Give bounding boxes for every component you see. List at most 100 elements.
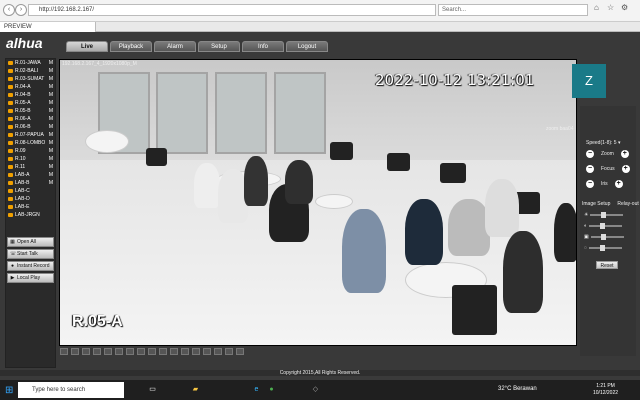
speed-control[interactable]: Speed(1-8): 5 ▾ — [586, 140, 620, 146]
tab-image-setup[interactable]: Image Setup — [582, 201, 610, 207]
channel-item[interactable]: R.01-JAWA M — [6, 59, 55, 67]
channel-marker: M — [48, 164, 53, 170]
channel-item[interactable]: R.06-A M — [6, 115, 55, 123]
channel-item[interactable]: R.03-SUMAT M — [6, 75, 55, 83]
home-icon[interactable]: ⌂ — [594, 3, 599, 12]
favorite-icon[interactable]: ☆ — [607, 3, 614, 12]
window-icon[interactable] — [181, 348, 189, 355]
channel-marker: M — [48, 84, 53, 90]
tab-info[interactable]: Info — [242, 41, 284, 52]
stream-info: 192.168.2.167_4_1920x1080p_M — [62, 61, 137, 67]
hue-slider[interactable]: ◌ — [584, 245, 632, 251]
camera-icon — [8, 205, 13, 209]
live-video-feed[interactable]: 192.168.2.167_4_1920x1080p_M 2022-10-12 … — [59, 59, 577, 346]
slider-knob[interactable] — [599, 223, 605, 229]
local-play-button[interactable]: ▶ Local Play — [7, 273, 54, 283]
channel-item[interactable]: R.04-A M — [6, 83, 55, 91]
task-view-icon[interactable]: ▭ — [145, 382, 160, 397]
forward-button[interactable]: › — [15, 4, 27, 16]
channel-label: R.01-JAWA — [15, 60, 41, 66]
camera-icon — [8, 181, 13, 185]
chevron-down-icon[interactable]: ▾ — [618, 140, 621, 146]
tab-live[interactable]: Live — [66, 41, 108, 52]
settings-icon[interactable]: ⚙ — [621, 3, 628, 12]
plus-icon[interactable]: + — [614, 180, 623, 188]
open-all-button[interactable]: ▦ Open All — [7, 237, 54, 247]
minus-icon[interactable]: − — [586, 180, 594, 188]
edge-icon[interactable]: e — [249, 382, 264, 397]
brightness-slider[interactable]: ☀ — [584, 212, 632, 218]
tab-alarm[interactable]: Alarm — [154, 41, 196, 52]
tab-setup[interactable]: Setup — [198, 41, 240, 52]
weather-widget[interactable]: 32°C Berawan — [498, 386, 537, 392]
browser-search-input[interactable]: Search... — [438, 4, 588, 16]
tab-relay-out[interactable]: Relay-out — [617, 201, 638, 207]
window-icon[interactable] — [214, 348, 222, 355]
saturation-slider[interactable]: ▣ — [584, 234, 632, 240]
record-icon[interactable] — [104, 348, 112, 355]
tab-playback[interactable]: Playback — [110, 41, 152, 52]
reset-button[interactable]: Reset — [596, 261, 618, 269]
taskbar-search[interactable]: Type here to search — [18, 382, 124, 398]
fullscreen-icon[interactable] — [82, 348, 90, 355]
browser-tab-preview[interactable]: PREVIEW — [0, 22, 96, 32]
channel-label: LAB-D — [15, 196, 30, 202]
settings-icon[interactable] — [137, 348, 145, 355]
audio-icon[interactable] — [115, 348, 123, 355]
file-explorer-icon[interactable]: ▰ — [188, 382, 203, 397]
back-button[interactable]: ‹ — [3, 4, 15, 16]
window-icon[interactable] — [236, 348, 244, 355]
channel-item[interactable]: LAB-JRGN — [6, 211, 55, 219]
channel-item[interactable]: R.10 M — [6, 155, 55, 163]
main-navigation: Live Playback Alarm Setup Info Logout — [66, 41, 328, 52]
minus-icon[interactable]: − — [586, 165, 594, 173]
minus-icon[interactable]: − — [586, 150, 594, 158]
slider-knob[interactable] — [601, 234, 607, 240]
camera-icon — [8, 109, 13, 113]
channel-item[interactable]: LAB-B M — [6, 179, 55, 187]
layout-icon[interactable] — [71, 348, 79, 355]
channel-item[interactable]: LAB-D — [6, 195, 55, 203]
channel-item[interactable]: LAB-A M — [6, 171, 55, 179]
windows-start-icon[interactable]: ⊞ — [5, 385, 13, 396]
channel-item[interactable]: R.02-BALI M — [6, 67, 55, 75]
student — [244, 156, 268, 206]
plus-icon[interactable]: + — [621, 165, 630, 173]
speed-value[interactable]: 5 — [614, 140, 617, 146]
student-desk — [85, 130, 129, 153]
instant-record-button[interactable]: ● Instant Record — [7, 261, 54, 271]
plus-icon[interactable]: + — [620, 150, 629, 158]
window-icon[interactable] — [225, 348, 233, 355]
address-bar[interactable]: http://192.168.2.167/ — [28, 4, 436, 16]
channel-item[interactable]: R.04-B M — [6, 91, 55, 99]
chrome-icon[interactable]: ● — [264, 382, 279, 397]
window-icon[interactable] — [192, 348, 200, 355]
channel-item[interactable]: R.07-PAPUA M — [6, 131, 55, 139]
window-icon[interactable] — [203, 348, 211, 355]
window-icon[interactable] — [170, 348, 178, 355]
channel-item[interactable]: R.11 M — [6, 163, 55, 171]
channel-item[interactable]: R.05-A M — [6, 99, 55, 107]
tab-logout[interactable]: Logout — [286, 41, 328, 52]
slider-knob[interactable] — [599, 245, 605, 251]
channel-item[interactable]: R.06-B M — [6, 123, 55, 131]
channel-item[interactable]: R.05-B M — [6, 107, 55, 115]
window-icon[interactable] — [159, 348, 167, 355]
channel-item[interactable]: LAB-E — [6, 203, 55, 211]
layout-icon[interactable] — [60, 348, 68, 355]
window-icon[interactable] — [148, 348, 156, 355]
zoom-icon[interactable] — [126, 348, 134, 355]
channel-label: R.04-A — [15, 84, 31, 90]
channel-item[interactable]: LAB-C — [6, 187, 55, 195]
security-icon[interactable]: ◇ — [308, 382, 323, 397]
start-talk-button[interactable]: ☏ Start Talk — [7, 249, 54, 259]
slider-knob[interactable] — [601, 212, 607, 218]
channel-item[interactable]: R.09 M — [6, 147, 55, 155]
contrast-slider[interactable]: ◐ — [584, 223, 632, 229]
system-clock[interactable]: 1:21 PM 10/12/2022 — [593, 383, 618, 397]
snapshot-icon[interactable] — [93, 348, 101, 355]
channel-item[interactable]: R.08-LOMBO M — [6, 139, 55, 147]
camera-icon — [8, 189, 13, 193]
zoom-avatar: Z — [572, 64, 606, 98]
